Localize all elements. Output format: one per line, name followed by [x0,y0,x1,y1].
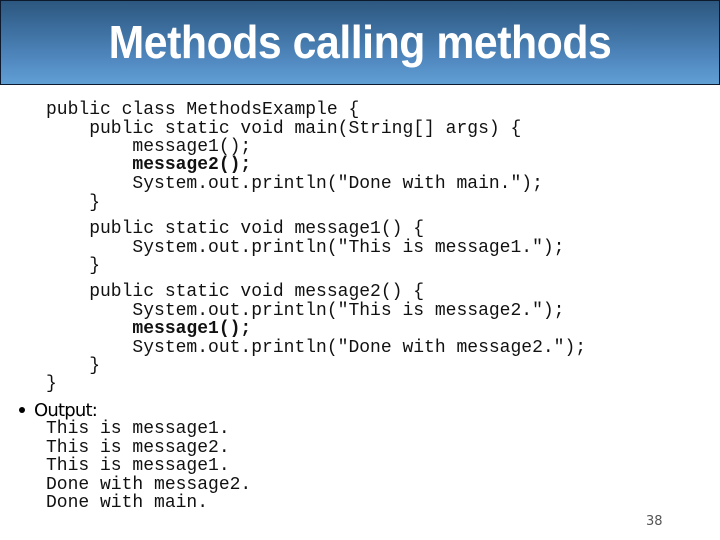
code-line-message2-println-done: System.out.println("Done with message2."… [46,338,587,358]
output-line: This is message1. [46,419,230,439]
code-line-class-decl: public class MethodsExample { [46,100,360,120]
code-line-message2-decl: public static void message2() { [46,282,425,302]
output-line: Done with main. [46,493,209,513]
code-line-main-println: System.out.println("Done with main."); [46,174,543,194]
code-line-message1-println: System.out.println("This is message1."); [46,238,565,258]
code-line-message1-close: } [46,256,101,276]
output-line: This is message1. [46,456,230,476]
code-line-message2-println-this: System.out.println("This is message2."); [46,301,565,321]
code-line-message1-decl: public static void message1() { [46,219,425,239]
code-line-main-call-message2: message2(); [46,155,252,175]
code-line-main-close: } [46,193,101,213]
output-line: Done with message2. [46,475,252,495]
bullet-icon [19,407,25,413]
output-label: Output: [34,399,98,421]
code-line-message2-close: } [46,356,101,376]
code-line-message2-call-message1: message1(); [46,319,252,339]
code-line-class-close: } [46,374,57,394]
page-number: 38 [646,514,663,529]
code-line-main-call-message1: message1(); [46,137,252,157]
slide-title: Methods calling methods [108,16,612,68]
output-line: This is message2. [46,438,230,458]
code-line-main-decl: public static void main(String[] args) { [46,119,522,139]
